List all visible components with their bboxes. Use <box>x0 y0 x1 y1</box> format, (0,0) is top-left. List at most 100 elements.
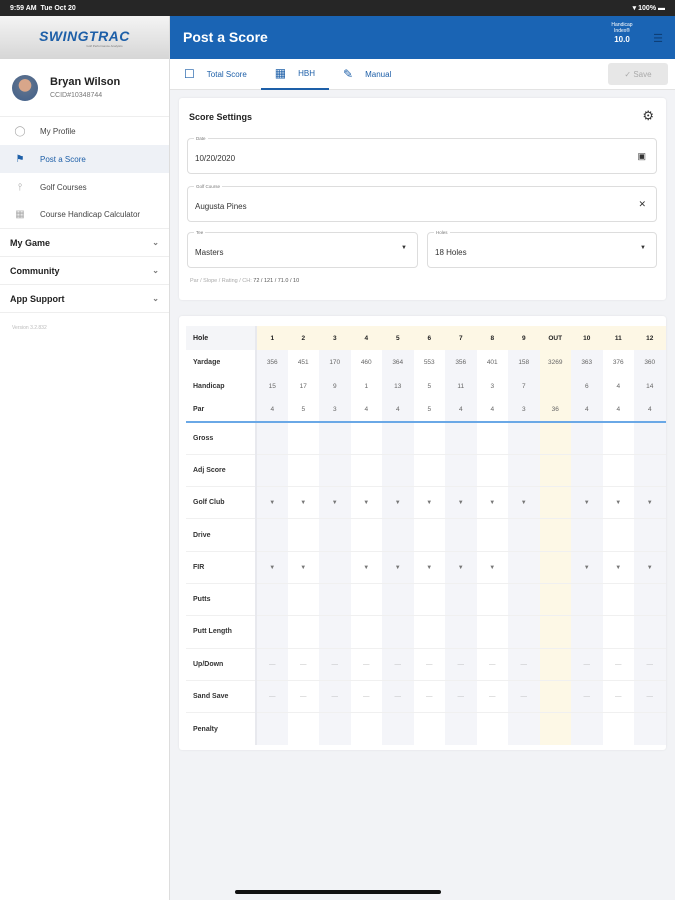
entry-cell[interactable]: — <box>413 679 445 713</box>
entry-cell[interactable] <box>445 615 477 649</box>
entry-cell[interactable]: ▼ <box>382 550 414 584</box>
tab-hbh[interactable]: ▦ HBH <box>260 59 330 90</box>
entry-cell[interactable] <box>508 421 540 455</box>
entry-cell[interactable]: — <box>350 647 382 681</box>
entry-cell[interactable]: — <box>634 647 666 681</box>
entry-cell[interactable] <box>602 712 634 745</box>
save-button[interactable]: ✓ Save <box>608 63 668 85</box>
entry-cell[interactable]: — <box>319 679 351 713</box>
entry-cell[interactable] <box>571 582 603 616</box>
entry-cell[interactable] <box>319 550 351 584</box>
entry-cell[interactable] <box>319 518 351 552</box>
entry-cell[interactable] <box>256 615 288 649</box>
entry-cell[interactable] <box>508 518 540 552</box>
entry-cell[interactable] <box>445 518 477 552</box>
entry-cell[interactable] <box>445 453 477 487</box>
holes-select[interactable]: Holes 18 Holes ▼ <box>427 230 657 268</box>
entry-cell[interactable] <box>634 615 666 649</box>
entry-cell[interactable] <box>602 615 634 649</box>
entry-cell[interactable]: — <box>319 647 351 681</box>
entry-cell[interactable] <box>319 712 351 745</box>
entry-cell[interactable] <box>413 453 445 487</box>
entry-cell[interactable] <box>508 615 540 649</box>
entry-cell[interactable] <box>287 518 319 552</box>
entry-cell[interactable] <box>256 421 288 455</box>
entry-cell[interactable] <box>571 518 603 552</box>
sidebar-item-course-handicap-calculator[interactable]: ▦ Course Handicap Calculator <box>0 201 169 229</box>
sidebar-item-my-profile[interactable]: ◯ My Profile <box>0 117 169 145</box>
entry-cell[interactable] <box>319 582 351 616</box>
entry-cell[interactable]: — <box>602 679 634 713</box>
entry-cell[interactable] <box>602 453 634 487</box>
entry-cell[interactable] <box>445 712 477 745</box>
entry-cell[interactable] <box>382 615 414 649</box>
entry-cell[interactable] <box>634 582 666 616</box>
date-field[interactable]: Date 10/20/2020 ▣ <box>187 136 657 174</box>
entry-cell[interactable] <box>350 615 382 649</box>
entry-cell[interactable] <box>287 421 319 455</box>
entry-cell[interactable]: — <box>476 679 508 713</box>
entry-cell[interactable] <box>634 421 666 455</box>
user-profile[interactable]: Bryan Wilson CCID#10348744 <box>0 59 169 117</box>
entry-cell[interactable] <box>571 615 603 649</box>
entry-cell[interactable] <box>602 582 634 616</box>
entry-cell[interactable] <box>256 582 288 616</box>
entry-cell[interactable]: — <box>571 647 603 681</box>
sidebar-item-golf-courses[interactable]: ⫯ Golf Courses <box>0 173 169 201</box>
entry-cell[interactable]: — <box>413 647 445 681</box>
entry-cell[interactable]: ▼ <box>350 486 382 519</box>
entry-cell[interactable] <box>350 453 382 487</box>
entry-cell[interactable]: ▼ <box>508 486 540 519</box>
entry-cell[interactable] <box>508 712 540 745</box>
entry-cell[interactable]: — <box>350 679 382 713</box>
entry-cell[interactable]: ▼ <box>445 550 477 584</box>
entry-cell[interactable]: ▼ <box>382 486 414 519</box>
sidebar-group-app-support[interactable]: App Support ⌄ <box>0 285 169 313</box>
entry-cell[interactable] <box>319 453 351 487</box>
entry-cell[interactable] <box>508 453 540 487</box>
entry-cell[interactable]: ▼ <box>476 486 508 519</box>
entry-cell[interactable] <box>571 421 603 455</box>
tab-total-score[interactable]: ☐ Total Score <box>170 59 261 90</box>
entry-cell[interactable]: ▼ <box>287 550 319 584</box>
golf-course-field[interactable]: Golf Course Augusta Pines ✕ <box>187 184 657 222</box>
entry-cell[interactable] <box>571 453 603 487</box>
entry-cell[interactable] <box>350 518 382 552</box>
gear-icon[interactable]: ⚙ <box>642 108 654 124</box>
entry-cell[interactable] <box>287 712 319 745</box>
entry-cell[interactable]: ▼ <box>413 550 445 584</box>
tab-manual[interactable]: ✎ Manual <box>329 59 405 90</box>
entry-cell[interactable]: ▼ <box>602 486 634 519</box>
entry-cell[interactable]: ▼ <box>602 550 634 584</box>
entry-cell[interactable]: ▼ <box>571 486 603 519</box>
entry-cell[interactable] <box>634 712 666 745</box>
entry-cell[interactable] <box>382 421 414 455</box>
entry-cell[interactable] <box>413 712 445 745</box>
menu-icon[interactable]: ☰ <box>653 32 663 45</box>
entry-cell[interactable] <box>256 453 288 487</box>
entry-cell[interactable]: — <box>287 647 319 681</box>
entry-cell[interactable]: — <box>508 647 540 681</box>
entry-cell[interactable] <box>634 453 666 487</box>
entry-cell[interactable] <box>319 421 351 455</box>
entry-cell[interactable] <box>508 582 540 616</box>
sidebar-group-my-game[interactable]: My Game ⌄ <box>0 229 169 257</box>
entry-cell[interactable]: ▼ <box>413 486 445 519</box>
entry-cell[interactable] <box>508 550 540 584</box>
entry-cell[interactable] <box>413 518 445 552</box>
entry-cell[interactable] <box>382 518 414 552</box>
calendar-icon[interactable]: ▣ <box>637 151 646 162</box>
entry-cell[interactable] <box>476 582 508 616</box>
sidebar-group-community[interactable]: Community ⌄ <box>0 257 169 285</box>
entry-cell[interactable]: — <box>602 647 634 681</box>
sidebar-item-post-a-score[interactable]: ⚑ Post a Score <box>0 145 169 173</box>
entry-cell[interactable] <box>287 453 319 487</box>
entry-cell[interactable]: — <box>508 679 540 713</box>
entry-cell[interactable]: ▼ <box>256 550 288 584</box>
entry-cell[interactable] <box>350 582 382 616</box>
entry-cell[interactable]: — <box>287 679 319 713</box>
entry-cell[interactable] <box>382 582 414 616</box>
entry-cell[interactable] <box>476 615 508 649</box>
entry-cell[interactable] <box>350 421 382 455</box>
entry-cell[interactable] <box>476 712 508 745</box>
